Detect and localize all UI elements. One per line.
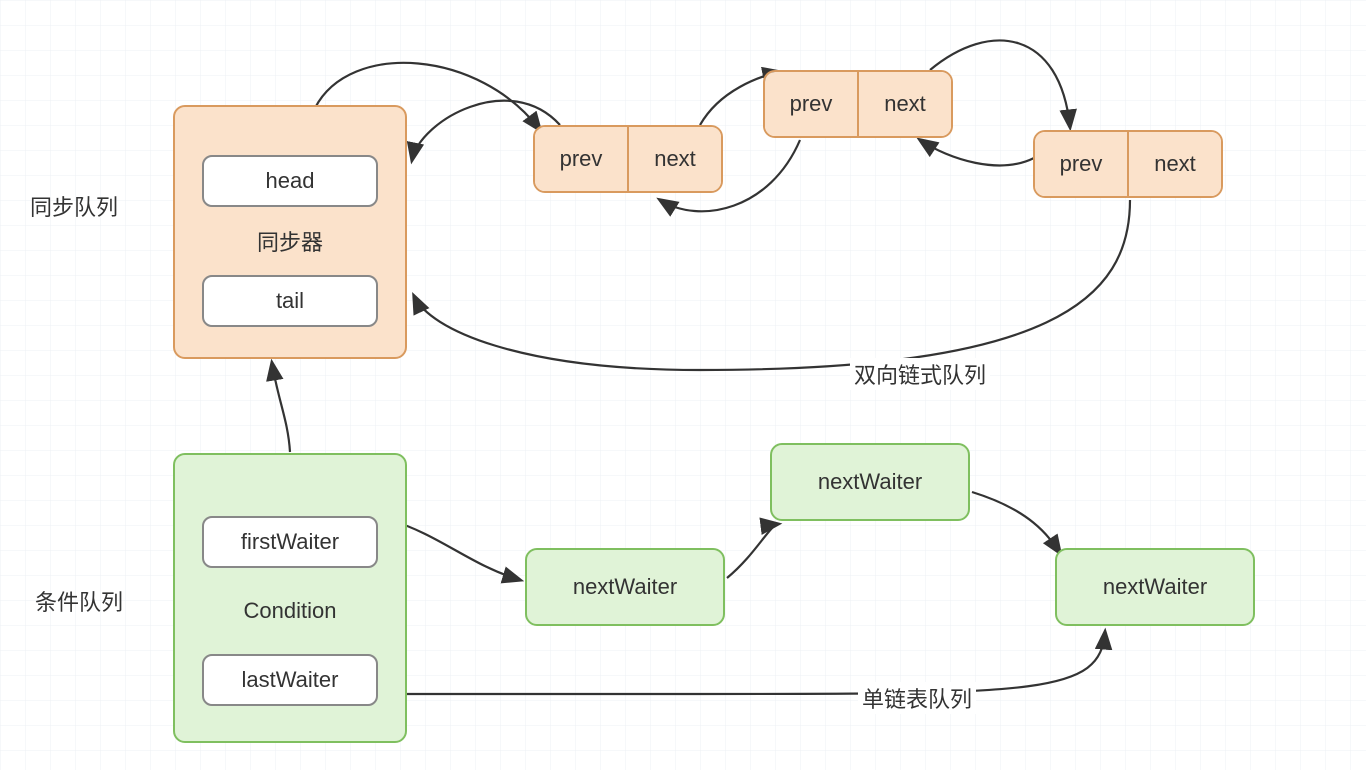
- sync-node-3-next: next: [1129, 132, 1221, 196]
- label-sync-queue: 同步队列: [30, 190, 118, 222]
- tail-field: tail: [202, 275, 378, 327]
- sync-node-1-prev: prev: [535, 127, 629, 191]
- head-field: head: [202, 155, 378, 207]
- label-cond-queue: 条件队列: [35, 585, 123, 617]
- waiter-node-1: nextWaiter: [525, 548, 725, 626]
- sync-node-2: prev next: [763, 70, 953, 138]
- label-doubly-linked: 双向链式队列: [850, 358, 990, 390]
- first-waiter-field: firstWaiter: [202, 516, 378, 568]
- condition-title: Condition: [244, 598, 337, 624]
- synchronizer-title: 同步器: [257, 225, 323, 257]
- label-singly-linked: 单链表队列: [858, 682, 976, 714]
- synchronizer-container: head 同步器 tail: [173, 105, 407, 359]
- sync-node-2-next: next: [859, 72, 951, 136]
- sync-node-1: prev next: [533, 125, 723, 193]
- condition-container: firstWaiter Condition lastWaiter: [173, 453, 407, 743]
- sync-node-1-next: next: [629, 127, 721, 191]
- sync-node-2-prev: prev: [765, 72, 859, 136]
- sync-node-3-prev: prev: [1035, 132, 1129, 196]
- waiter-node-3: nextWaiter: [1055, 548, 1255, 626]
- last-waiter-field: lastWaiter: [202, 654, 378, 706]
- sync-node-3: prev next: [1033, 130, 1223, 198]
- waiter-node-2: nextWaiter: [770, 443, 970, 521]
